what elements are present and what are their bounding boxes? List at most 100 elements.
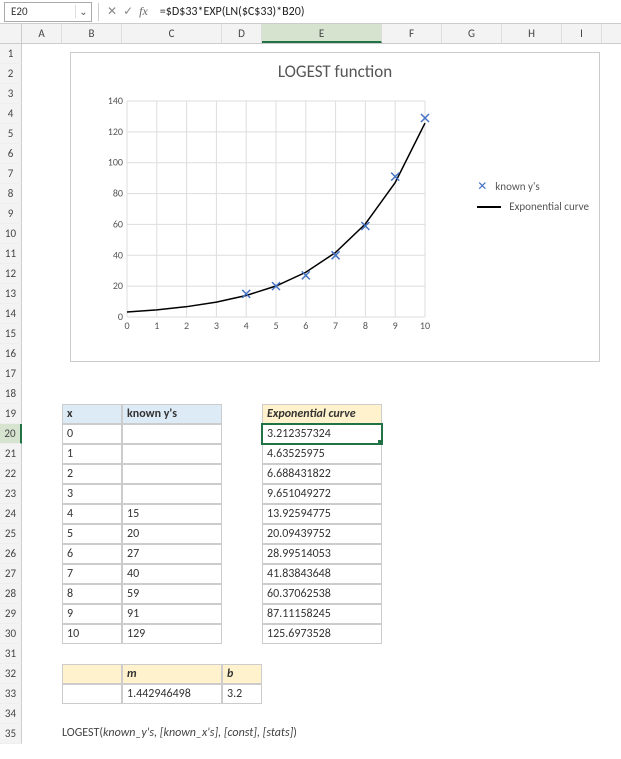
cell-exp-value[interactable]: 3.212357324	[262, 424, 382, 444]
row-header-13[interactable]: 13	[0, 284, 22, 304]
col-header-B[interactable]: B	[62, 24, 122, 43]
row-header-24[interactable]: 24	[0, 504, 22, 524]
row-header-12[interactable]: 12	[0, 264, 22, 284]
cell-x[interactable]: 5	[62, 524, 122, 544]
row-header-7[interactable]: 7	[0, 164, 22, 184]
row-header-28[interactable]: 28	[0, 584, 22, 604]
cell-exp-value[interactable]: 20.09439752	[262, 524, 382, 544]
col-header-I[interactable]: I	[562, 24, 602, 43]
row-header-34[interactable]: 34	[0, 704, 22, 724]
col-header-C[interactable]: C	[122, 24, 222, 43]
cell-known-y[interactable]: 129	[122, 624, 222, 644]
chart[interactable]: LOGEST function 012345678910 02040608010…	[70, 52, 600, 362]
legend-known-ys: ✕ known y's	[477, 179, 589, 194]
cell-x[interactable]: 7	[62, 564, 122, 584]
cell-x[interactable]: 6	[62, 544, 122, 564]
cell-exp-value[interactable]: 28.99514053	[262, 544, 382, 564]
formula-input[interactable]: =$D$33*EXP(LN($C$33)*B20)	[154, 5, 621, 19]
svg-text:5: 5	[273, 319, 278, 332]
row-header-6[interactable]: 6	[0, 144, 22, 164]
row-header-20[interactable]: 20	[0, 424, 22, 444]
row-header-2[interactable]: 2	[0, 64, 22, 84]
row-header-21[interactable]: 21	[0, 444, 22, 464]
cell-known-y[interactable]: 91	[122, 604, 222, 624]
cell-known-y[interactable]: 40	[122, 564, 222, 584]
col-header-H[interactable]: H	[502, 24, 562, 43]
col-header-D[interactable]: D	[222, 24, 262, 43]
row-header-4[interactable]: 4	[0, 104, 22, 124]
cell-x[interactable]: 8	[62, 584, 122, 604]
cell-b-value: 3.2	[222, 684, 262, 704]
cell-x[interactable]: 1	[62, 444, 122, 464]
row-header-30[interactable]: 30	[0, 624, 22, 644]
row-header-26[interactable]: 26	[0, 544, 22, 564]
cell-exp-value[interactable]: 60.37062538	[262, 584, 382, 604]
row-header-22[interactable]: 22	[0, 464, 22, 484]
svg-text:10: 10	[420, 319, 430, 332]
row-header-19[interactable]: 19	[0, 404, 22, 424]
row-header-33[interactable]: 33	[0, 684, 22, 704]
cell-known-y[interactable]: 20	[122, 524, 222, 544]
cell-x[interactable]: 9	[62, 604, 122, 624]
fx-icon[interactable]: fx	[139, 4, 148, 19]
cell-x[interactable]: 3	[62, 484, 122, 504]
legend-label: Exponential curve	[509, 200, 589, 213]
column-headers: A B C D E F G H I	[0, 24, 621, 44]
cell-x[interactable]: 10	[62, 624, 122, 644]
row-header-18[interactable]: 18	[0, 384, 22, 404]
cell-exp-value[interactable]: 6.688431822	[262, 464, 382, 484]
row-header-25[interactable]: 25	[0, 524, 22, 544]
row-header-11[interactable]: 11	[0, 244, 22, 264]
cell-known-y[interactable]: 15	[122, 504, 222, 524]
row-header-35[interactable]: 35	[0, 724, 22, 744]
cell-known-y[interactable]	[122, 484, 222, 504]
line-icon	[477, 206, 501, 208]
row-header-17[interactable]: 17	[0, 364, 22, 384]
sheet-canvas[interactable]: LOGEST function 012345678910 02040608010…	[22, 44, 621, 759]
cell-known-y[interactable]: 59	[122, 584, 222, 604]
row-header-15[interactable]: 15	[0, 324, 22, 344]
fill-handle[interactable]	[378, 440, 382, 444]
row-header-27[interactable]: 27	[0, 564, 22, 584]
x-marker-icon: ✕	[477, 179, 487, 194]
chevron-down-icon[interactable]: ⌄	[75, 5, 91, 18]
row-header-29[interactable]: 29	[0, 604, 22, 624]
svg-text:6: 6	[303, 319, 308, 332]
row-header-23[interactable]: 23	[0, 484, 22, 504]
cell-x[interactable]: 2	[62, 464, 122, 484]
cell-known-y[interactable]: 27	[122, 544, 222, 564]
cell-known-y[interactable]	[122, 464, 222, 484]
row-header-31[interactable]: 31	[0, 644, 22, 664]
select-all-corner[interactable]	[0, 24, 22, 43]
cell-exp-value[interactable]: 125.6973528	[262, 624, 382, 644]
col-header-E[interactable]: E	[262, 24, 382, 43]
cell-exp-value[interactable]: 41.83843648	[262, 564, 382, 584]
name-box[interactable]: E20 ⌄	[4, 2, 92, 22]
cell-x[interactable]: 0	[62, 424, 122, 444]
row-header-14[interactable]: 14	[0, 304, 22, 324]
cell-exp-value[interactable]: 4.63525975	[262, 444, 382, 464]
cell-exp-value[interactable]: 13.92594775	[262, 504, 382, 524]
cell-known-y[interactable]	[122, 444, 222, 464]
col-header-F[interactable]: F	[382, 24, 442, 43]
col-header-G[interactable]: G	[442, 24, 502, 43]
svg-text:2: 2	[184, 319, 189, 332]
row-header-10[interactable]: 10	[0, 224, 22, 244]
formula-bar: E20 ⌄ ✕ ✓ fx =$D$33*EXP(LN($C$33)*B20)	[0, 0, 621, 24]
row-header-1[interactable]: 1	[0, 44, 22, 64]
row-header-3[interactable]: 3	[0, 84, 22, 104]
accept-icon[interactable]: ✓	[123, 4, 133, 19]
cell-known-y[interactable]	[122, 424, 222, 444]
cell-exp-value[interactable]: 87.11158245	[262, 604, 382, 624]
row-header-5[interactable]: 5	[0, 124, 22, 144]
svg-text:1: 1	[154, 319, 159, 332]
row-header-9[interactable]: 9	[0, 204, 22, 224]
syntax-fn: LOGEST(	[62, 726, 103, 740]
row-header-8[interactable]: 8	[0, 184, 22, 204]
row-header-32[interactable]: 32	[0, 664, 22, 684]
cancel-icon[interactable]: ✕	[107, 4, 117, 19]
cell-exp-value[interactable]: 9.651049272	[262, 484, 382, 504]
row-header-16[interactable]: 16	[0, 344, 22, 364]
col-header-A[interactable]: A	[22, 24, 62, 43]
cell-x[interactable]: 4	[62, 504, 122, 524]
